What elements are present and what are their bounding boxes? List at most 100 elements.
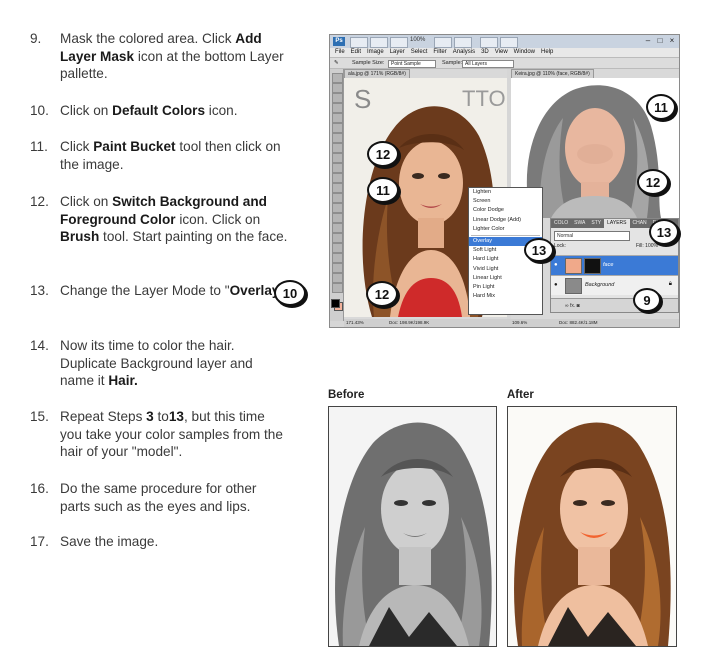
zoom-level[interactable]: 100%: [410, 37, 425, 43]
step-number: 17.: [30, 534, 49, 549]
menu-item-view[interactable]: View: [495, 48, 508, 57]
callout-12-doc: 12: [637, 169, 669, 195]
step-emphasis: Paint Bucket: [93, 139, 176, 154]
tool-button[interactable]: [332, 173, 343, 183]
blend-mode-linear-light[interactable]: Linear Light: [469, 274, 542, 283]
minimize-icon[interactable]: –: [643, 36, 653, 46]
bridge-button[interactable]: [350, 37, 368, 48]
arrange-documents-button[interactable]: [480, 37, 498, 48]
close-icon[interactable]: ×: [667, 36, 677, 46]
mini-bridge-button[interactable]: [370, 37, 388, 48]
zoom-tool-button[interactable]: [454, 37, 472, 48]
callout-11-tools: 11: [367, 177, 399, 203]
tool-button[interactable]: [332, 283, 343, 293]
tool-button[interactable]: [332, 123, 343, 133]
tool-button[interactable]: [332, 223, 343, 233]
visibility-eye-icon[interactable]: ●: [554, 282, 560, 288]
menu-item-window[interactable]: Window: [514, 48, 535, 57]
view-extras-button[interactable]: [390, 37, 408, 48]
step-text-run: icon. Click on: [175, 211, 261, 227]
panel-tab-swa[interactable]: SWA: [571, 219, 588, 228]
tool-button[interactable]: [332, 143, 343, 153]
sample-select[interactable]: All Layers: [462, 60, 514, 68]
photoshop-logo: Ps: [333, 37, 345, 46]
options-bar: ✎ Sample Size: Point Sample Sample: All …: [330, 57, 679, 69]
step-text-run: Now its time to color the hair. Duplicat…: [60, 338, 253, 388]
panel-tab-chan[interactable]: CHAN: [630, 219, 650, 228]
tool-button[interactable]: [332, 253, 343, 263]
layer-mode-select[interactable]: Normal: [554, 231, 630, 241]
sample-size-select[interactable]: Point Sample: [388, 60, 436, 68]
panel-tab-sty[interactable]: STY: [588, 219, 604, 228]
blend-mode-lighten[interactable]: Lighten: [469, 188, 542, 197]
tool-button[interactable]: [332, 73, 343, 83]
tool-button[interactable]: [332, 103, 343, 113]
blend-mode-screen[interactable]: Screen: [469, 197, 542, 206]
after-photo: [507, 406, 677, 647]
menu-item-file[interactable]: File: [335, 48, 345, 57]
callout-9: 9: [633, 288, 661, 312]
tool-button[interactable]: [332, 213, 343, 223]
hand-tool-button[interactable]: [434, 37, 452, 48]
tool-button[interactable]: [332, 263, 343, 273]
add-layer-mask-icon[interactable]: ◙: [577, 303, 580, 309]
tool-button[interactable]: [332, 203, 343, 213]
step-emphasis: 3: [146, 409, 154, 424]
step-text: Click on Switch Background and Foregroun…: [60, 193, 290, 246]
step-number: 11.: [30, 139, 48, 154]
step-number: 10.: [30, 103, 49, 118]
step-text-run: Click: [60, 139, 94, 154]
tool-button[interactable]: [332, 113, 343, 123]
tool-button[interactable]: [332, 273, 343, 283]
menu-item-edit[interactable]: Edit: [351, 48, 361, 57]
status-zoom-right[interactable]: 109.6%: [512, 319, 527, 327]
menu-item-select[interactable]: Select: [411, 48, 428, 57]
step-text-run: Save the image.: [60, 534, 159, 549]
layer-style-fx-icon[interactable]: fx.: [570, 303, 575, 309]
menu-item-filter[interactable]: Filter: [433, 48, 446, 57]
status-zoom-left[interactable]: 171.43%: [346, 319, 364, 327]
tool-button[interactable]: [332, 83, 343, 93]
fill-control[interactable]: Fill: 100%: [636, 243, 658, 249]
blend-mode-lighter-color[interactable]: Lighter Color: [469, 225, 542, 234]
visibility-eye-icon[interactable]: ●: [554, 262, 560, 268]
layer-row-background[interactable]: ● Background 🔒︎: [551, 275, 678, 295]
menu-item-analysis[interactable]: Analysis: [453, 48, 475, 57]
menu-item-image[interactable]: Image: [367, 48, 384, 57]
tool-button[interactable]: [332, 233, 343, 243]
panel-tab-layers[interactable]: LAYERS: [604, 219, 630, 228]
blend-mode-vivid-light[interactable]: Vivid Light: [469, 265, 542, 274]
step-emphasis: Hair.: [108, 373, 138, 388]
blend-mode-linear-dodge-add[interactable]: Linear Dodge (Add): [469, 216, 542, 225]
blend-mode-color-dodge[interactable]: Color Dodge: [469, 206, 542, 215]
layer-row-face[interactable]: ● face: [551, 255, 678, 275]
tool-button[interactable]: [332, 193, 343, 203]
tool-button[interactable]: [332, 183, 343, 193]
step-number: 15.: [30, 409, 49, 424]
layer-mask-thumbnail[interactable]: [584, 258, 601, 274]
menu-item-layer[interactable]: Layer: [390, 48, 405, 57]
layer-thumbnail: [565, 258, 582, 274]
maximize-icon[interactable]: □: [655, 36, 665, 46]
screen-mode-button[interactable]: [500, 37, 518, 48]
menu-item-3d[interactable]: 3D: [481, 48, 489, 57]
tool-button[interactable]: [332, 93, 343, 103]
lock-label: Lock:: [554, 243, 566, 249]
step-emphasis: 13: [168, 409, 184, 424]
blend-mode-hard-mix[interactable]: Hard Mix: [469, 292, 542, 301]
foreground-color-swatch[interactable]: [331, 299, 340, 308]
tool-button[interactable]: [332, 153, 343, 163]
callout-11-doc: 11: [646, 94, 676, 120]
tool-button[interactable]: [332, 243, 343, 253]
step-item: 14. Now its time to color the hair. Dupli…: [30, 337, 290, 390]
tool-button[interactable]: [332, 163, 343, 173]
step-number: 12.: [30, 194, 49, 209]
menu-item-help[interactable]: Help: [541, 48, 553, 57]
callout-12-swatch: 12: [366, 281, 398, 307]
step-text-run: Click on: [60, 194, 113, 209]
blend-mode-pin-light[interactable]: Pin Light: [469, 283, 542, 292]
tool-button[interactable]: [332, 133, 343, 143]
panel-tab-colo[interactable]: COLO: [551, 219, 571, 228]
step-number: 9.: [30, 31, 42, 46]
fill-value[interactable]: 100%: [645, 243, 658, 249]
